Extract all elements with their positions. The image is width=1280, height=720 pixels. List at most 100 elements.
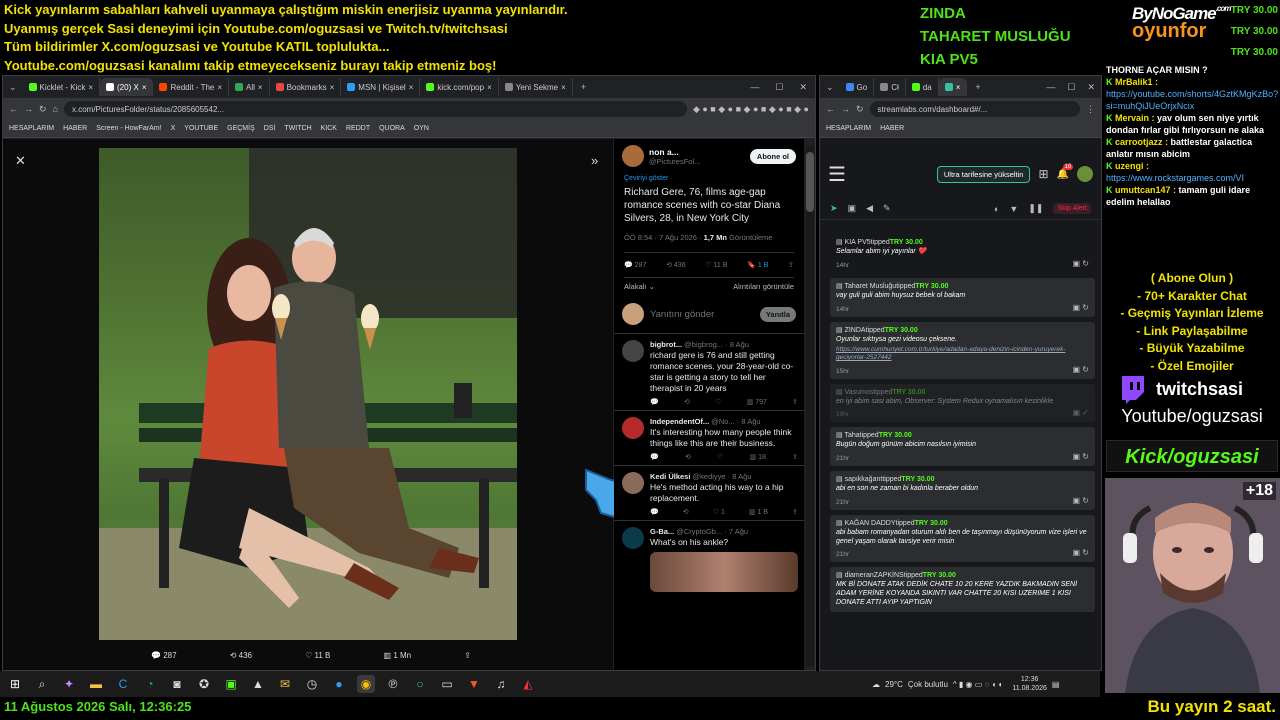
pause-icon[interactable]: ❚❚ bbox=[1028, 203, 1043, 214]
notifications-icon[interactable]: 🔔 10 bbox=[1057, 163, 1074, 180]
tip-item[interactable]: ▤ KAĞAN DADDYtippedTRY 30.00 abi babam r… bbox=[830, 514, 1095, 563]
search-icon[interactable]: ⌕ bbox=[33, 675, 51, 693]
reload-icon[interactable]: ↻ bbox=[856, 104, 864, 115]
tab-bookmarks[interactable]: Bookmarks × bbox=[270, 78, 342, 96]
file-explorer-icon[interactable]: ▬ bbox=[87, 675, 105, 693]
forward-icon[interactable]: → bbox=[841, 104, 850, 114]
app-icon[interactable]: ● bbox=[330, 675, 348, 693]
upgrade-button[interactable]: Ultra tarifesine yükseltin bbox=[936, 165, 1031, 183]
share-icon[interactable]: ⇪ bbox=[788, 261, 794, 269]
media-reply-button[interactable]: 💬 287 bbox=[151, 651, 177, 660]
media-like-button[interactable]: ♡ 11 B bbox=[305, 651, 330, 660]
menu-icon[interactable]: ⋮ bbox=[1086, 104, 1095, 115]
bookmark-item[interactable]: TWITCH bbox=[284, 125, 311, 132]
store-icon[interactable]: ▣ bbox=[848, 203, 857, 214]
apps-icon[interactable]: ⊞ bbox=[1038, 167, 1048, 181]
reply-item[interactable]: bigbrot... @bigbrog... · 8 Ağu richard g… bbox=[614, 334, 804, 411]
back-icon[interactable]: ← bbox=[9, 104, 18, 114]
clock-app-icon[interactable]: ◷ bbox=[303, 675, 321, 693]
skip-alert-button[interactable]: Skip Alert bbox=[1053, 203, 1091, 214]
tab-google[interactable]: Go bbox=[840, 78, 875, 96]
media-views[interactable]: ▥ 1 Mn bbox=[384, 651, 412, 660]
edge-dev-icon[interactable]: C bbox=[114, 675, 132, 693]
app-icon[interactable]: ▣ bbox=[222, 675, 240, 693]
reply-image[interactable] bbox=[650, 552, 798, 592]
megaphone-icon[interactable]: ◀ bbox=[866, 203, 873, 214]
brave-icon[interactable]: ▼ bbox=[465, 675, 483, 693]
clock[interactable]: 12:36 11.08.2026 bbox=[1012, 675, 1047, 693]
app-icon[interactable]: ℗ bbox=[384, 675, 402, 693]
copilot-icon[interactable]: ✦ bbox=[60, 675, 78, 693]
notification-center-icon[interactable]: ▤ bbox=[1052, 680, 1060, 689]
media-repost-button[interactable]: ⟲ 436 bbox=[230, 651, 252, 660]
app-icon[interactable]: ▭ bbox=[438, 675, 456, 693]
tab-x[interactable]: (20) X × bbox=[100, 78, 154, 96]
weather-icon[interactable]: ☁ bbox=[872, 680, 880, 689]
shield-icon[interactable]: ◐ bbox=[994, 204, 999, 214]
tray-icons[interactable]: ^ ▮ ◉ ▭ ◌ ◖ ◐ bbox=[953, 680, 1003, 689]
tip-item[interactable]: ▤ diameranZAPKİNStippedTRY 30.00 MK Bİ D… bbox=[830, 567, 1095, 612]
send-icon[interactable]: ➤ bbox=[830, 203, 838, 214]
avatar[interactable] bbox=[1077, 166, 1093, 182]
sort-dropdown[interactable]: Alakalı ⌄ bbox=[624, 282, 655, 291]
quotes-link[interactable]: Alıntıları görüntüle bbox=[733, 282, 794, 291]
bookmark-item[interactable]: QUORA bbox=[379, 125, 405, 132]
tab-kick[interactable]: kick.com/pop × bbox=[420, 78, 499, 96]
new-tab-icon[interactable]: + bbox=[967, 82, 988, 92]
edge-icon[interactable]: ◔ bbox=[141, 675, 159, 693]
extensions-icon[interactable]: ◆ ● ■ ◆ ● ■ ◆ ● ■ ◆ ● ■ ◆ ● bbox=[693, 104, 809, 115]
app-icon[interactable]: ○ bbox=[411, 675, 429, 693]
new-tab-icon[interactable]: + bbox=[573, 82, 594, 92]
tip-item[interactable]: ▤ Taharet MusluğutippedTRY 30.00 vay gul… bbox=[830, 277, 1095, 317]
close-media-icon[interactable]: ✕ bbox=[15, 153, 26, 169]
filter-icon[interactable]: ▼ bbox=[1009, 204, 1018, 214]
scrollbar[interactable] bbox=[806, 146, 814, 666]
repost-count[interactable]: ⟲ 436 bbox=[666, 261, 686, 269]
tab-streamlabs[interactable]: × bbox=[938, 78, 968, 96]
avatar[interactable] bbox=[622, 145, 644, 167]
post-handle[interactable]: @PicturesFol... bbox=[649, 157, 745, 166]
tab-kick[interactable]: da bbox=[906, 78, 939, 96]
post-photo[interactable] bbox=[99, 148, 517, 640]
tab-reddit[interactable]: Reddit - The × bbox=[153, 78, 230, 96]
weather-temp[interactable]: 29°C bbox=[885, 680, 903, 689]
bookmark-item[interactable]: KICK bbox=[321, 125, 337, 132]
reply-input[interactable]: Yanıtını gönder bbox=[650, 309, 754, 320]
bookmark-item[interactable]: GEÇMİŞ bbox=[227, 125, 255, 132]
collapse-panel-icon[interactable]: » bbox=[591, 153, 598, 168]
tip-item[interactable]: ▤ TahatippedTRY 30.00 Bugün doğum günüm … bbox=[830, 427, 1095, 466]
bookmark-count[interactable]: 🔖 1 B bbox=[747, 261, 768, 269]
weather-label[interactable]: Çok bulutlu bbox=[908, 680, 948, 689]
bookmark-item[interactable]: YOUTUBE bbox=[184, 125, 218, 132]
media-share-button[interactable]: ⇪ bbox=[464, 651, 471, 660]
tab-kicklet[interactable]: Kicklet - Kick × bbox=[23, 78, 101, 96]
tab-chrome[interactable]: Cł bbox=[874, 78, 906, 96]
close-window-icon[interactable]: ✕ bbox=[791, 82, 815, 93]
chrome-icon[interactable]: ◉ bbox=[357, 675, 375, 693]
tip-item[interactable]: ▤ VasumostippedTRY 30.00 en iyi abim sas… bbox=[830, 383, 1095, 423]
camera-icon[interactable]: ◙ bbox=[168, 675, 186, 693]
tab-all[interactable]: All × bbox=[229, 78, 270, 96]
reply-item[interactable]: Kedi Ülkesi @kediyye · 8 Ağu He's method… bbox=[614, 466, 804, 521]
reply-item[interactable]: IndependentOf... @No... · 8 Ağu It's int… bbox=[614, 411, 804, 466]
maximize-icon[interactable]: ☐ bbox=[767, 82, 791, 93]
bookmark-item[interactable]: REDDT bbox=[346, 125, 370, 132]
bookmark-item[interactable]: HESAPLARIM bbox=[9, 125, 54, 132]
tab-list-icon[interactable]: ⌄ bbox=[820, 82, 840, 93]
app-icon[interactable]: ▲ bbox=[249, 675, 267, 693]
tab-new[interactable]: Yeni Sekme × bbox=[499, 78, 573, 96]
back-icon[interactable]: ← bbox=[826, 104, 835, 114]
url-field[interactable]: x.com/PicturesFolder/status/2085605542..… bbox=[63, 101, 687, 117]
hamburger-icon[interactable]: ☰ bbox=[828, 162, 846, 187]
tip-item[interactable]: ▤ sapıkkağanttippedTRY 30.00 abi en son … bbox=[830, 471, 1095, 510]
minimize-icon[interactable]: — bbox=[1040, 82, 1061, 92]
bookmark-item[interactable]: HESAPLARIM bbox=[826, 125, 871, 132]
maximize-icon[interactable]: ☐ bbox=[1061, 82, 1081, 93]
close-window-icon[interactable]: ✕ bbox=[1081, 82, 1101, 93]
minimize-icon[interactable]: — bbox=[742, 82, 767, 92]
app-icon[interactable]: ✉ bbox=[276, 675, 294, 693]
bookmark-item[interactable]: X bbox=[171, 125, 176, 132]
home-icon[interactable]: ⌂ bbox=[53, 104, 58, 114]
obs-icon[interactable]: ◭ bbox=[519, 675, 537, 693]
reload-icon[interactable]: ↻ bbox=[39, 104, 47, 115]
